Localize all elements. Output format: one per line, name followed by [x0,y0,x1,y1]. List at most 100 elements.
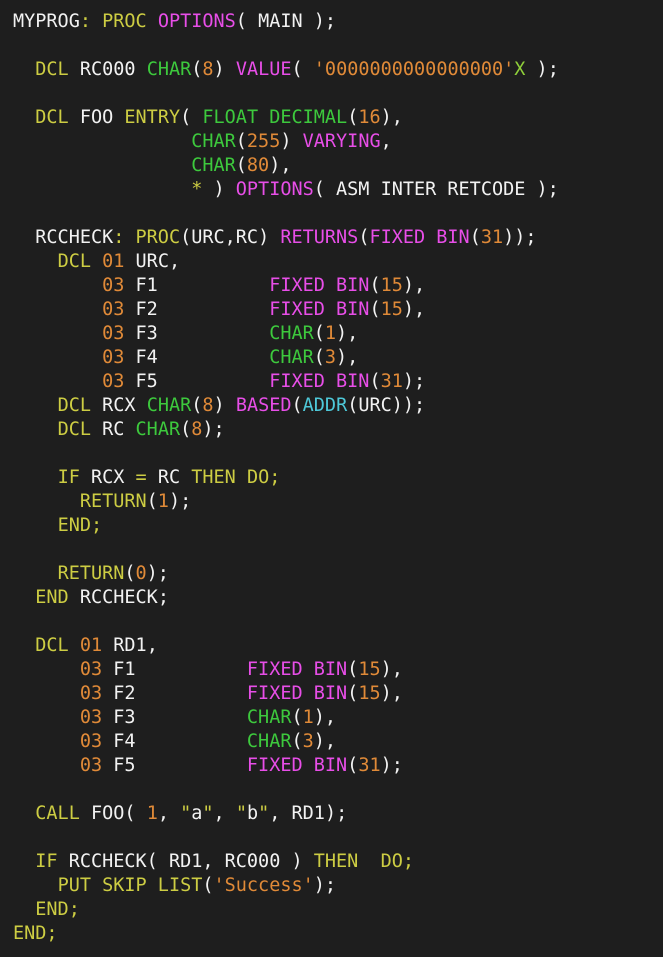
code-token-punct: ( [191,395,203,416]
code-line: RETURN(1); [0,490,663,514]
code-line: 03 F5 FIXED BIN(31); [0,370,663,394]
code-token-type: CHAR [246,731,292,752]
code-token-num: 03 [79,731,103,752]
code-token-plain: URC [135,251,169,272]
code-token-kw: RETURN [79,491,147,512]
code-token-punct: ) [258,227,281,248]
code-token-punct: ( [291,731,303,752]
code-token-punct: ), [402,299,426,320]
code-token-punct: ); [380,755,403,776]
code-token-plain: F1 [113,659,136,680]
code-token-punct: ( [235,155,247,176]
code-token-num: 8 [202,395,214,416]
code-token-type: CHAR [246,707,292,728]
code-token-num: 15 [358,659,381,680]
code-token-punct: ( [347,683,359,704]
code-token-plain: F4 [113,731,136,752]
code-line: MYPROG: PROC OPTIONS( MAIN ); [0,10,663,34]
code-line: END; [0,514,663,538]
code-token-kw: : [113,227,125,248]
code-token-kw: DCL [57,395,91,416]
code-line: END; [0,922,663,946]
code-token-num: 01 [79,635,103,656]
code-token-punct: ( [180,227,192,248]
code-token-type: CHAR [146,395,192,416]
code-token-kw: ; [402,851,415,872]
code-token-kw: IF [35,851,58,872]
code-line: CALL FOO( 1, "a", "b", RD1); [0,802,663,826]
code-token-plain: RD1 [113,635,147,656]
code-token-punct: ( [313,347,325,368]
code-token-kw: END [57,515,91,536]
code-token-kw: ; [269,467,281,488]
code-token-punct: , [269,803,292,824]
code-token-punct: ), [269,155,292,176]
code-token-attr: FIXED BIN [369,227,470,248]
code-editor-view[interactable]: MYPROG: PROC OPTIONS( MAIN ); DCL RC000 … [0,0,663,957]
code-line: CHAR(80), [0,154,663,178]
code-token-plain: FOO [79,107,114,128]
code-token-kw: PUT SKIP LIST [57,875,203,896]
code-token-num: 03 [79,683,103,704]
code-token-attr: RETURNS [280,227,359,248]
code-line: RETURN(0); [0,562,663,586]
code-token-punct: ); [302,11,337,32]
code-line: 03 F1 FIXED BIN(15), [0,658,663,682]
code-token-punct: ( [180,107,203,128]
code-token-punct: ) [280,131,303,152]
code-token-num: 80 [246,155,270,176]
code-token-plain: RD1 [291,803,325,824]
code-token-attr: VARYING [302,131,381,152]
code-token-kw: ENTRY [124,107,181,128]
code-token-num: 16 [358,107,381,128]
code-line: 03 F2 FIXED BIN(15), [0,682,663,706]
code-token-num: 31 [480,227,504,248]
code-token-num: 03 [102,275,125,296]
code-token-punct: ( [291,707,303,728]
code-token-type: CHAR [191,155,236,176]
code-token-plain: ASM INTER RETCODE [336,179,526,200]
code-token-attr: FIXED BIN [269,371,370,392]
code-token-punct: ), [380,659,403,680]
code-token-attr: FIXED BIN [269,299,370,320]
code-token-punct: ( [291,59,314,80]
code-token-punct: ) [202,179,236,200]
code-line: CHAR(255) VARYING, [0,130,663,154]
code-token-type: CHAR [146,59,192,80]
code-token-num: 03 [79,707,103,728]
code-line: RCCHECK: PROC(URC,RC) RETURNS(FIXED BIN(… [0,226,663,250]
code-token-num: 8 [202,59,214,80]
code-token-plain: b [246,803,259,824]
code-token-num: 1 [157,491,169,512]
code-token-punct: ( [313,179,337,200]
code-line: DCL RC CHAR(8); [0,418,663,442]
code-token-plain: URC [358,395,392,416]
code-token-punct: ); [324,803,348,824]
code-token-plain: F4 [135,347,158,368]
code-token-plain: MYPROG [13,11,80,32]
